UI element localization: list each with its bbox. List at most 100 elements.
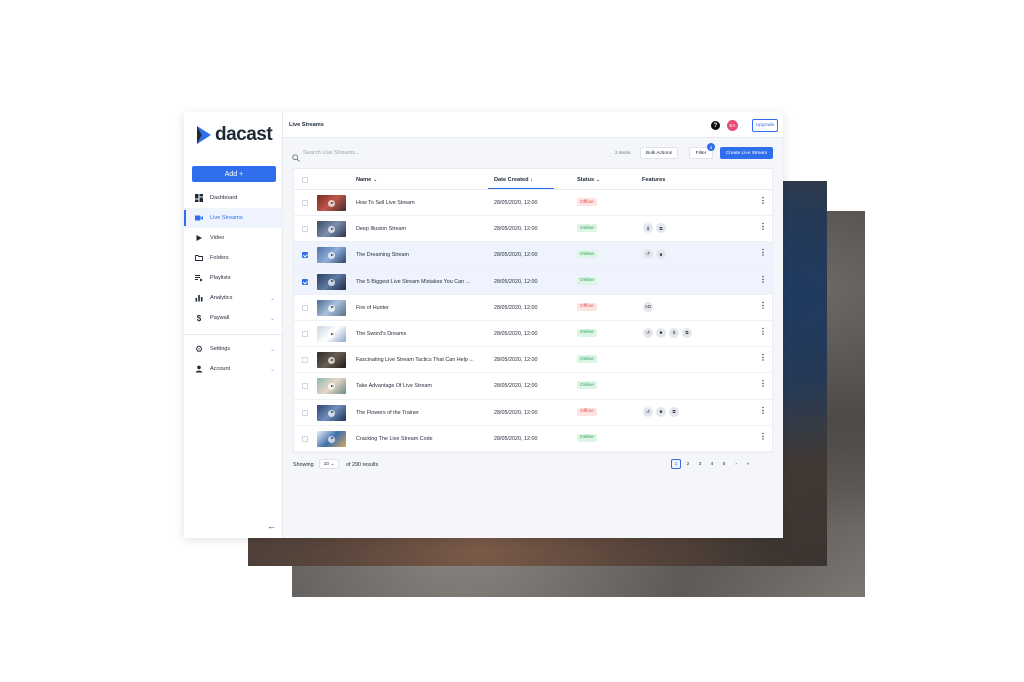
sidebar-item-dashboard[interactable]: Dashboard <box>184 188 283 208</box>
status-badge: Online <box>577 381 597 390</box>
help-icon[interactable]: ? <box>711 121 720 130</box>
chevron-down-icon: ⌄ <box>269 295 275 302</box>
stream-name[interactable]: Fire of Hunter <box>356 305 486 311</box>
table-row[interactable]: Take Advantage Of Live Stream 28/05/2020,… <box>294 373 772 400</box>
sidebar-item-account[interactable]: Account ⌄ <box>184 359 283 379</box>
column-name-label: Name <box>356 177 372 183</box>
stream-name[interactable]: How To Sell Live Stream <box>356 200 486 206</box>
feature-badge: $ <box>669 327 679 338</box>
arrow-left-icon[interactable]: ← <box>267 521 276 531</box>
more-options-icon[interactable]: ⋮ <box>759 327 767 336</box>
table-row[interactable]: Fire of Hunter 28/05/2020, 12:00 Offline AD… <box>294 295 772 321</box>
page-button-1[interactable]: 1 <box>671 459 681 469</box>
pagination-bar: Showing 10 ⌄ of 290 results « ‹ 1 2 3 4 … <box>293 458 773 538</box>
sidebar-item-live-streams[interactable]: Live Streams <box>184 208 283 228</box>
status-badge: Online <box>577 276 597 285</box>
row-checkbox[interactable] <box>302 435 308 442</box>
column-date-header[interactable]: Date Created ↓ <box>494 177 533 183</box>
dashboard-icon <box>195 194 203 202</box>
page-button-5[interactable]: 5 <box>719 459 729 469</box>
stream-name[interactable]: Cracking The Live Stream Code <box>356 436 486 442</box>
next-page-icon[interactable]: › <box>731 459 741 469</box>
live-streams-table: Name ⌄ Date Created ↓ Status ⌄ Features … <box>293 168 773 453</box>
more-options-icon[interactable]: ⋮ <box>759 432 767 441</box>
table-row[interactable]: The 5 Biggest Live Stream Mistakes You C… <box>294 268 772 295</box>
sidebar-item-label: Settings <box>210 346 231 352</box>
stream-name[interactable]: The Flowers of the Trainer <box>356 410 486 416</box>
more-options-icon[interactable]: ⋮ <box>759 380 767 388</box>
row-checkbox[interactable] <box>302 409 308 416</box>
sidebar-item-paywall[interactable]: $ Paywall ⌄ <box>184 308 283 328</box>
features-list: ↺ ■ ⧉ <box>643 406 679 417</box>
table-body: How To Sell Live Stream 28/05/2020, 12:00… <box>294 190 772 452</box>
upgrade-button[interactable]: Upgrade <box>752 119 778 132</box>
per-page-select[interactable]: 10 ⌄ <box>319 459 339 469</box>
stream-name[interactable]: Fascinating Live Stream Tactics That Can… <box>356 357 486 363</box>
arrow-down-icon: ↓ <box>530 177 533 183</box>
stream-name[interactable]: Take Advantage Of Live Stream <box>356 383 486 389</box>
stream-name[interactable]: The Dreaming Stream <box>356 252 486 258</box>
more-options-icon[interactable]: ⋮ <box>759 197 767 205</box>
row-checkbox[interactable] <box>302 357 308 364</box>
playlist-icon <box>195 274 203 282</box>
sidebar-item-label: Live Streams <box>210 215 243 221</box>
row-checkbox[interactable] <box>302 200 308 206</box>
table-row[interactable]: The Flowers of the Trainer 28/05/2020, 12… <box>294 400 772 426</box>
page-button-4[interactable]: 4 <box>707 459 717 469</box>
search-input[interactable] <box>303 148 423 158</box>
table-row[interactable]: How To Sell Live Stream 28/05/2020, 12:00… <box>294 190 772 217</box>
table-row[interactable]: Deep Illusion Stream 28/05/2020, 12:00 Onl… <box>294 216 772 243</box>
row-checkbox[interactable] <box>302 278 308 285</box>
create-live-stream-button[interactable]: Create Live Stream <box>720 147 773 159</box>
feature-badge: ⧉ <box>656 223 666 234</box>
table-row[interactable]: Fascinating Live Stream Tactics That Can… <box>294 347 772 374</box>
sidebar-item-video[interactable]: Video <box>184 228 283 248</box>
page-button-3[interactable]: 3 <box>695 459 705 469</box>
sidebar-item-analytics[interactable]: Analytics ⌄ <box>184 288 283 308</box>
more-options-icon[interactable]: ⋮ <box>759 354 767 362</box>
stream-name[interactable]: The 5 Biggest Live Stream Mistakes You C… <box>356 279 486 285</box>
row-checkbox[interactable] <box>302 383 308 390</box>
row-checkbox[interactable] <box>302 226 308 233</box>
stream-name[interactable]: The Sword's Dreams <box>356 331 486 337</box>
sidebar-item-settings[interactable]: ⚙ Settings ⌄ <box>184 339 283 359</box>
date-created: 28/05/2020, 12:00 <box>494 304 538 311</box>
more-options-icon[interactable]: ⋮ <box>759 275 767 284</box>
add-button[interactable]: Add + <box>192 166 276 182</box>
table-row[interactable]: The Sword's Dreams 28/05/2020, 12:00 Onlin… <box>294 321 772 348</box>
select-all-checkbox[interactable] <box>302 177 308 183</box>
status-badge: Offline <box>577 407 597 416</box>
sort-indicator <box>488 188 554 189</box>
more-options-icon[interactable]: ⋮ <box>759 249 767 257</box>
search-icon <box>292 149 300 162</box>
column-status-header[interactable]: Status ⌄ <box>577 177 600 183</box>
feature-badge: ⧉ <box>682 327 692 338</box>
logo[interactable]: dacast <box>197 124 273 146</box>
row-checkbox[interactable] <box>302 330 308 337</box>
play-icon <box>328 252 335 260</box>
avatar[interactable]: EA <box>727 120 738 131</box>
stream-thumbnail <box>317 352 346 369</box>
more-options-icon[interactable]: ⋮ <box>759 223 767 231</box>
more-options-icon[interactable]: ⋮ <box>759 301 767 310</box>
sidebar-item-label: Playlists <box>210 275 231 281</box>
sidebar-item-playlists[interactable]: Playlists <box>184 268 283 288</box>
more-options-icon[interactable]: ⋮ <box>759 406 767 415</box>
stream-name[interactable]: Deep Illusion Stream <box>356 226 486 232</box>
prev-page-icon[interactable]: ‹ <box>671 535 681 539</box>
row-checkbox[interactable] <box>302 252 308 259</box>
table-row[interactable]: Cracking The Live Stream Code 28/05/2020,… <box>294 426 772 452</box>
last-page-icon[interactable]: » <box>743 459 753 469</box>
page-button-2[interactable]: 2 <box>683 459 693 469</box>
date-created: 28/05/2020, 12:00 <box>494 357 538 364</box>
bulk-actions-button[interactable]: Bulk Actions <box>640 147 678 159</box>
table-row[interactable]: The Dreaming Stream 28/05/2020, 12:00 Onli… <box>294 242 772 269</box>
row-checkbox[interactable] <box>302 304 308 311</box>
sidebar-item-folders[interactable]: Folders <box>184 248 283 268</box>
stream-thumbnail <box>317 299 346 316</box>
features-list: ↺ ■ $ ⧉ <box>643 327 692 338</box>
column-name-header[interactable]: Name ⌄ <box>356 177 378 183</box>
play-icon <box>328 330 335 338</box>
page-title: Live Streams <box>289 122 324 128</box>
results-label: of 290 results <box>346 462 379 468</box>
